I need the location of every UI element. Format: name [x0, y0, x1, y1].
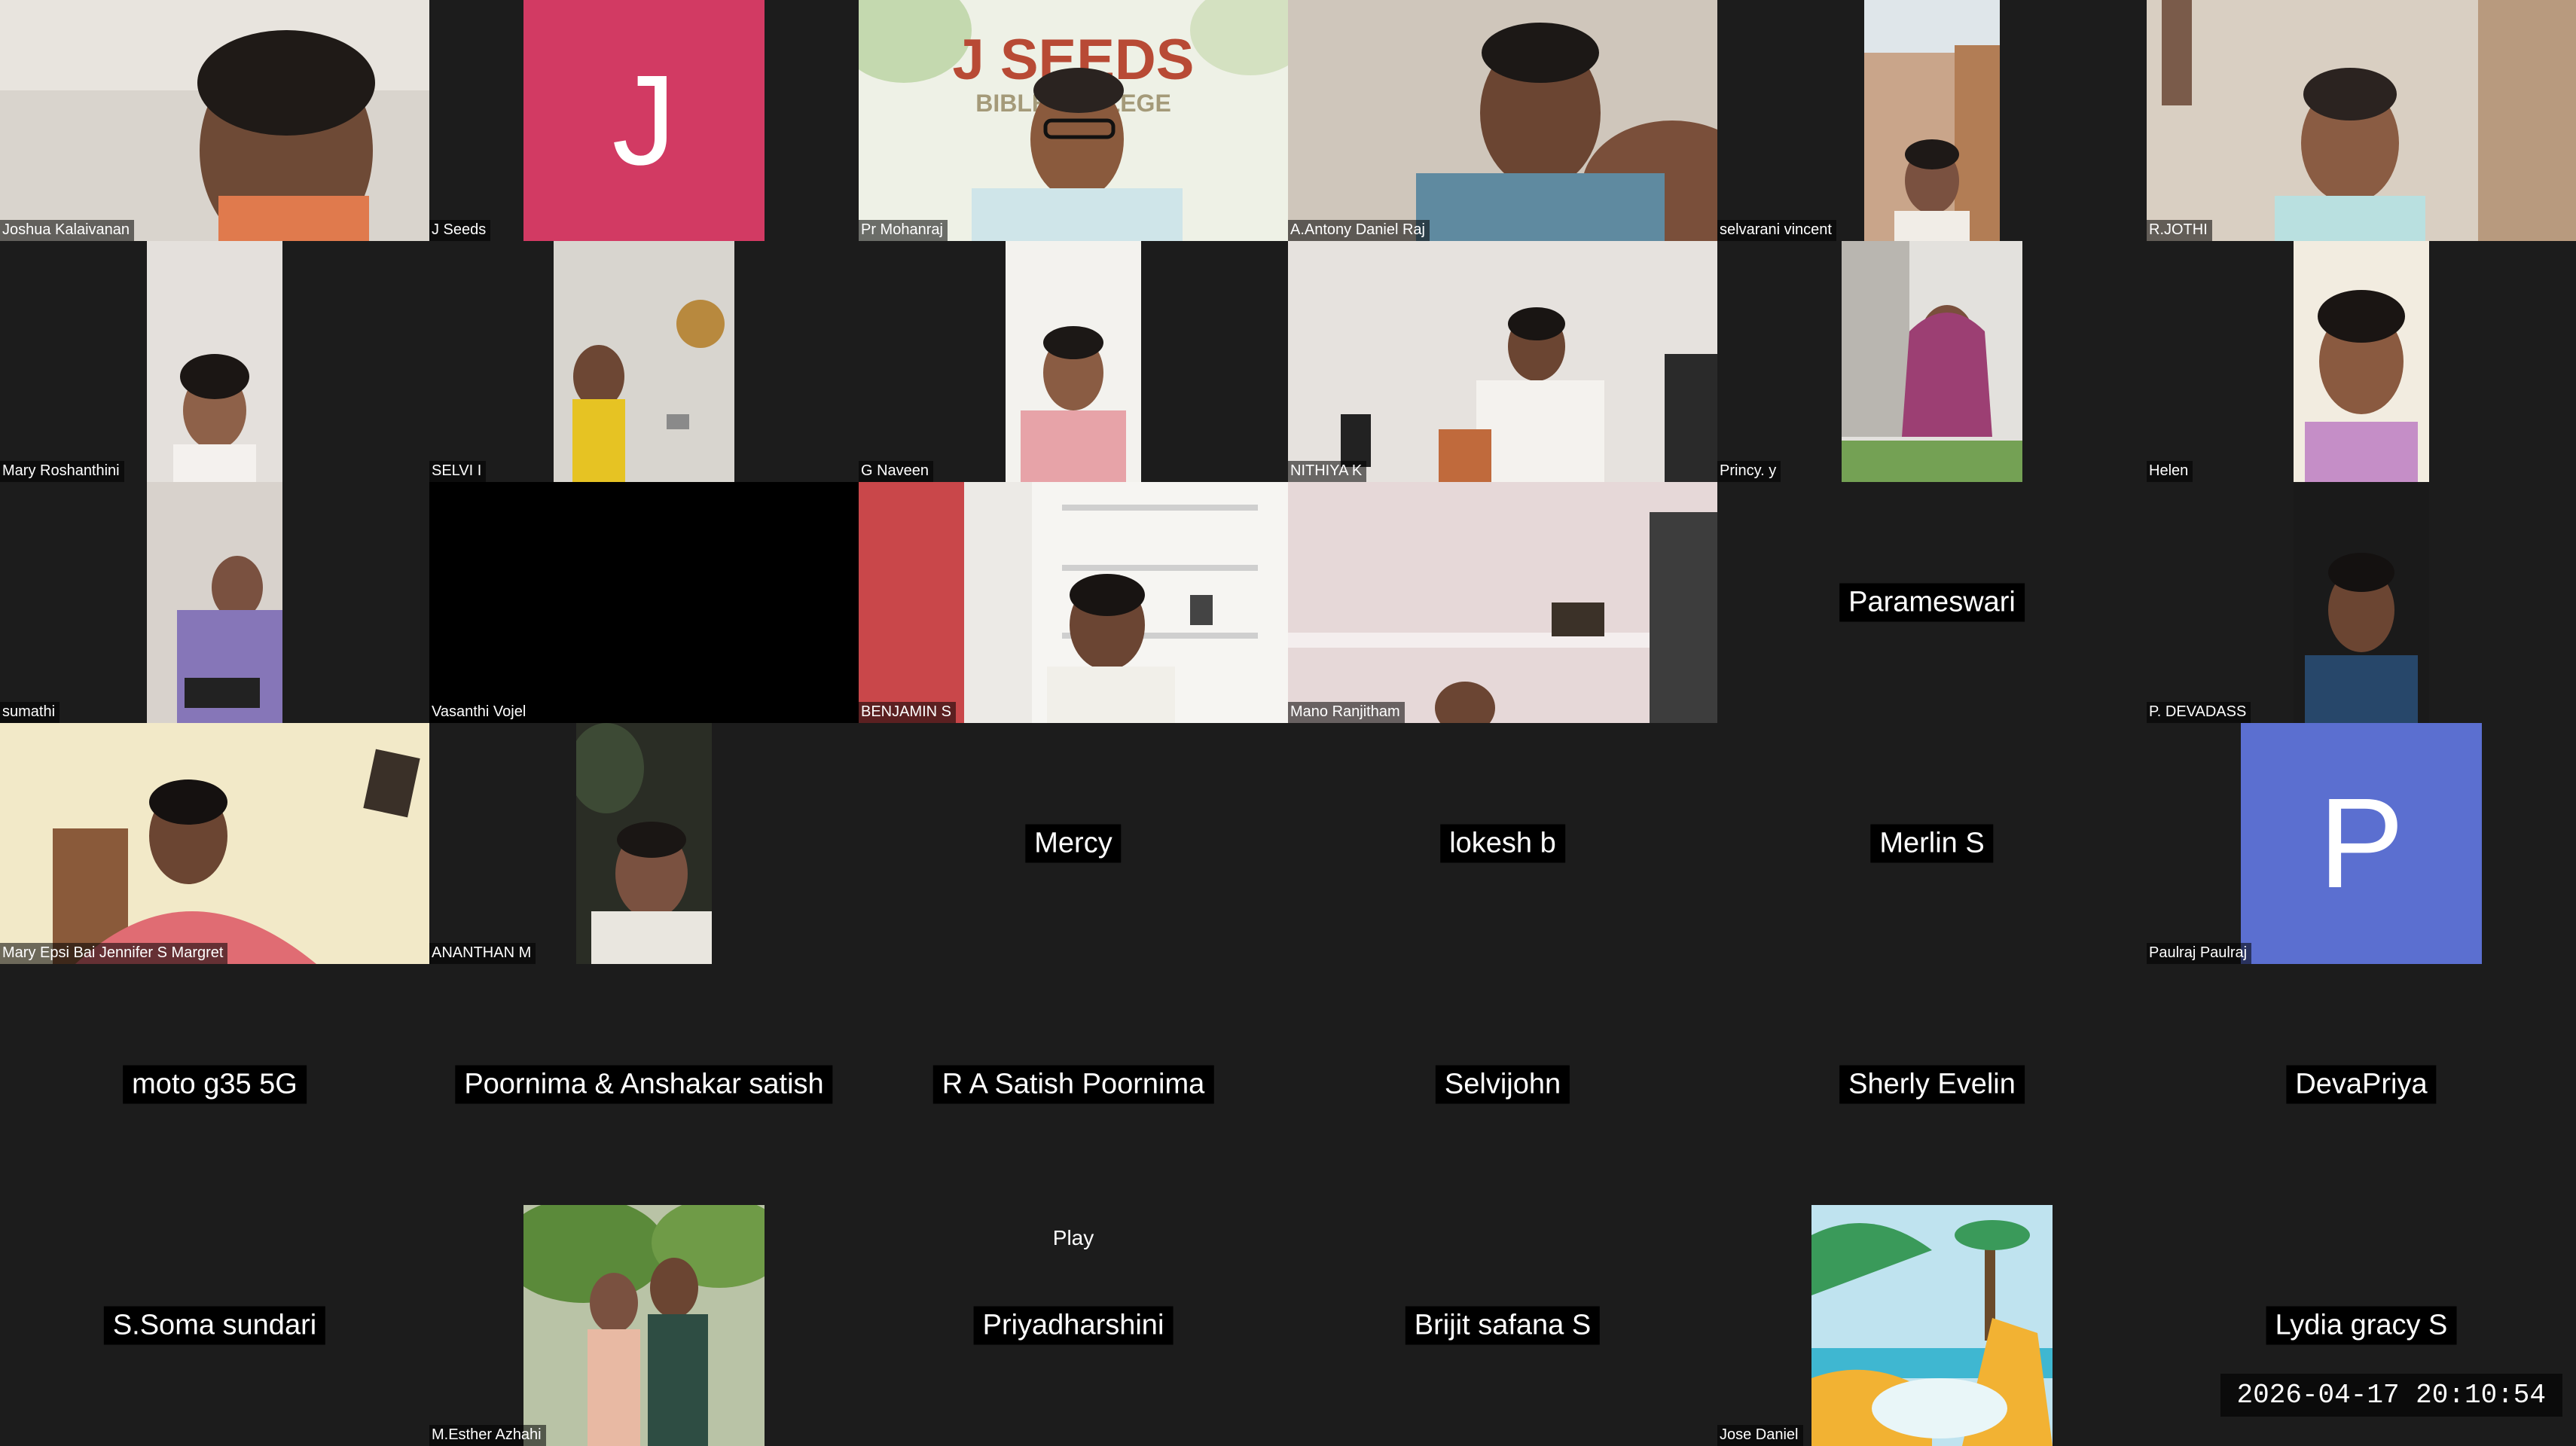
participant-tile[interactable]: M.Esther Azhahi: [429, 1205, 859, 1446]
participant-tile[interactable]: P. DEVADASS: [2147, 482, 2576, 723]
participant-tile[interactable]: lokesh b: [1288, 723, 1717, 964]
participant-name: J Seeds: [429, 220, 491, 241]
participant-tile[interactable]: Mano Ranjitham: [1288, 482, 1717, 723]
participant-tile[interactable]: Merlin S: [1717, 723, 2147, 964]
participant-tile[interactable]: Mary Roshanthini: [0, 241, 429, 482]
participant-tile[interactable]: Brijit safana S: [1288, 1205, 1717, 1446]
participant-video: [859, 482, 1288, 723]
play-label: Play: [1052, 1226, 1094, 1249]
participant-video: [147, 482, 282, 723]
participant-video: J SEEDS BIBLE COLLEGE: [859, 0, 1288, 241]
avatar: J: [523, 0, 765, 241]
participant-name: moto g35 5G: [123, 1065, 307, 1104]
participant-tile[interactable]: NITHIYA K: [1288, 241, 1717, 482]
participant-name: Helen: [2147, 461, 2193, 482]
participant-tile[interactable]: Helen: [2147, 241, 2576, 482]
participant-name: DevaPriya: [2286, 1065, 2437, 1104]
participant-tile[interactable]: SELVI I: [429, 241, 859, 482]
participant-video: [1006, 241, 1141, 482]
participant-video: [1864, 0, 2000, 241]
participant-grid: Joshua Kalaivanan J J Seeds J SEEDS BIBL…: [0, 0, 2576, 1446]
participant-video: [0, 0, 429, 241]
participant-name: Parameswari: [1839, 583, 2025, 622]
participant-tile[interactable]: Sherly Evelin: [1717, 964, 2147, 1205]
participant-video: [0, 723, 429, 964]
participant-name: Pr Mohanraj: [859, 220, 948, 241]
participant-name: ANANTHAN M: [429, 943, 536, 964]
participant-name: S.Soma sundari: [103, 1306, 326, 1345]
participant-name: NITHIYA K: [1288, 461, 1367, 482]
participant-name: Merlin S: [1870, 824, 1994, 863]
participant-tile[interactable]: Poornima & Anshakar satish: [429, 964, 859, 1205]
participant-tile[interactable]: sumathi: [0, 482, 429, 723]
participant-tile[interactable]: S.Soma sundari: [0, 1205, 429, 1446]
participant-name: Mary Roshanthini: [0, 461, 124, 482]
avatar: P: [2241, 723, 2482, 964]
avatar-letter: J: [612, 49, 676, 192]
participant-tile[interactable]: moto g35 5G: [0, 964, 429, 1205]
participant-tile[interactable]: J J Seeds: [429, 0, 859, 241]
participant-tile[interactable]: J SEEDS BIBLE COLLEGE Pr Mohanraj: [859, 0, 1288, 241]
participant-tile[interactable]: ANANTHAN M: [429, 723, 859, 964]
participant-tile[interactable]: R A Satish Poornima: [859, 964, 1288, 1205]
participant-name: sumathi: [0, 702, 60, 723]
participant-tile[interactable]: Mercy: [859, 723, 1288, 964]
participant-name: R A Satish Poornima: [932, 1065, 1214, 1104]
participant-video: [2294, 482, 2429, 723]
participant-name: Mano Ranjitham: [1288, 702, 1405, 723]
participant-name: Sherly Evelin: [1839, 1065, 2025, 1104]
participant-video: [1842, 241, 2022, 482]
participant-video: [2294, 241, 2429, 482]
participant-video: [554, 241, 734, 482]
participant-name: Selvijohn: [1435, 1065, 1570, 1104]
participant-name: Princy. y: [1717, 461, 1781, 482]
participant-tile[interactable]: P Paulraj Paulraj: [2147, 723, 2576, 964]
participant-name: Mercy: [1025, 824, 1122, 863]
participant-video: [147, 241, 282, 482]
participant-tile[interactable]: selvarani vincent: [1717, 0, 2147, 241]
participant-video: [1811, 1205, 2053, 1446]
participant-name: Vasanthi Vojel: [429, 702, 531, 723]
participant-video: [2147, 0, 2576, 241]
participant-tile[interactable]: Parameswari: [1717, 482, 2147, 723]
avatar-letter: P: [2318, 772, 2404, 915]
participant-tile[interactable]: Selvijohn: [1288, 964, 1717, 1205]
participant-name: Lydia gracy S: [2266, 1306, 2457, 1345]
participant-name: lokesh b: [1440, 824, 1565, 863]
participant-video: [1288, 0, 1717, 241]
participant-video: [1288, 482, 1717, 723]
participant-name: selvarani vincent: [1717, 220, 1836, 241]
participant-tile[interactable]: Princy. y: [1717, 241, 2147, 482]
participant-name: Joshua Kalaivanan: [0, 220, 135, 241]
participant-name: A.Antony Daniel Raj: [1288, 220, 1430, 241]
participant-name: G Naveen: [859, 461, 934, 482]
participant-name: Priyadharshini: [973, 1306, 1174, 1345]
participant-video: [1288, 241, 1717, 482]
participant-tile[interactable]: Mary Epsi Bai Jennifer S Margret: [0, 723, 429, 964]
participant-name: BENJAMIN S: [859, 702, 957, 723]
participant-name: Mary Epsi Bai Jennifer S Margret: [0, 943, 228, 964]
participant-video: [523, 1205, 765, 1446]
participant-name: Paulraj Paulraj: [2147, 943, 2252, 964]
participant-tile[interactable]: Vasanthi Vojel: [429, 482, 859, 723]
participant-tile[interactable]: BENJAMIN S: [859, 482, 1288, 723]
participant-name: Jose Daniel: [1717, 1425, 1803, 1446]
participant-tile[interactable]: G Naveen: [859, 241, 1288, 482]
participant-name: Brijit safana S: [1405, 1306, 1601, 1345]
participant-tile[interactable]: A.Antony Daniel Raj: [1288, 0, 1717, 241]
participant-tile[interactable]: Play Priyadharshini: [859, 1205, 1288, 1446]
participant-name: SELVI I: [429, 461, 487, 482]
participant-tile[interactable]: DevaPriya: [2147, 964, 2576, 1205]
participant-tile[interactable]: Jose Daniel: [1717, 1205, 2147, 1446]
participant-name: P. DEVADASS: [2147, 702, 2251, 723]
participant-name: R.JOTHI: [2147, 220, 2212, 241]
participant-name: Poornima & Anshakar satish: [455, 1065, 833, 1104]
participant-video: [576, 723, 712, 964]
participant-tile[interactable]: R.JOTHI: [2147, 0, 2576, 241]
participant-name: M.Esther Azhahi: [429, 1425, 546, 1446]
participant-tile[interactable]: Joshua Kalaivanan: [0, 0, 429, 241]
timestamp-overlay: 2026-04-17 20:10:54: [2220, 1374, 2562, 1417]
